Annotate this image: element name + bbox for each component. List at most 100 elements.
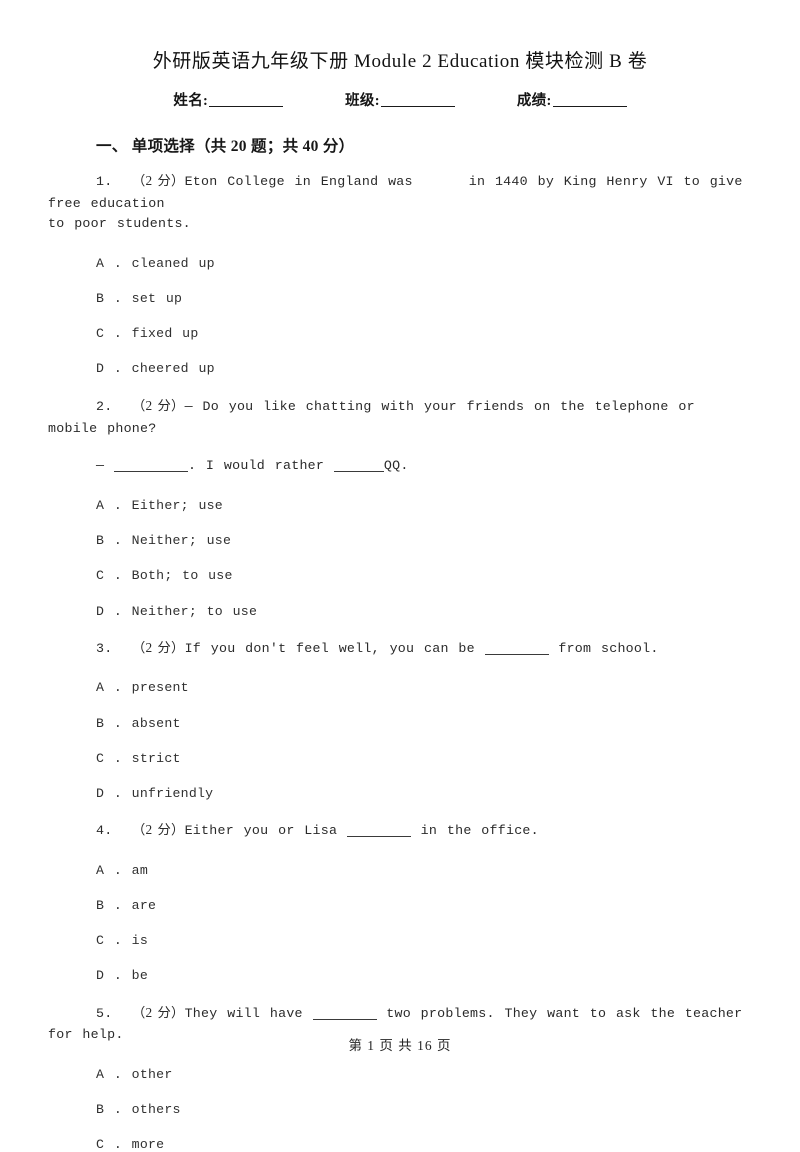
- question-1-option-b[interactable]: B . set up: [96, 292, 752, 305]
- question-2-blank-2: [333, 471, 384, 473]
- option-text: set up: [131, 290, 183, 306]
- question-3-answer-blank: [484, 653, 549, 655]
- score-label: 成绩:: [516, 93, 552, 109]
- class-label: 班级:: [345, 93, 380, 109]
- option-text: fixed up: [131, 326, 199, 341]
- question-4-option-c[interactable]: C . is: [96, 934, 752, 947]
- option-text: Neither; use: [131, 533, 232, 549]
- question-3-points: （2 分）: [131, 639, 185, 655]
- option-letter: B .: [96, 290, 122, 306]
- option-text: are: [131, 897, 157, 913]
- question-5-option-c[interactable]: C . more: [96, 1138, 752, 1151]
- option-text: unfriendly: [131, 785, 214, 801]
- option-letter: C .: [96, 750, 122, 766]
- class-rule: [380, 106, 455, 107]
- question-3-option-a[interactable]: A . present: [96, 681, 752, 694]
- option-text: cleaned up: [131, 255, 215, 271]
- question-3-option-c[interactable]: C . strict: [96, 752, 752, 765]
- question-5-option-a[interactable]: A . other: [96, 1066, 752, 1082]
- question-4-option-d[interactable]: D . be: [96, 969, 752, 982]
- question-2-text-b: . I would rather: [187, 458, 325, 474]
- option-letter: A .: [96, 498, 122, 513]
- page-footer: 第 1 页 共 16 页: [348, 1038, 452, 1053]
- option-letter: D .: [96, 968, 122, 984]
- question-2-option-c[interactable]: C . Both; to use: [96, 569, 752, 582]
- question-1-stem: 1. （2 分）Eton College in England was in 14…: [48, 170, 752, 214]
- question-1-number: 1.: [96, 174, 113, 189]
- question-3-option-b[interactable]: B . absent: [96, 715, 752, 731]
- question-5-option-b[interactable]: B . others: [96, 1103, 752, 1116]
- option-text: Either; use: [131, 498, 223, 513]
- question-2-points: （2 分）: [131, 398, 185, 414]
- option-text: Both; to use: [131, 568, 233, 584]
- option-letter: D .: [96, 603, 122, 619]
- question-1-option-a[interactable]: A . cleaned up: [96, 255, 752, 271]
- question-5-answer-blank: [312, 1018, 377, 1020]
- name-field: 姓名:: [173, 89, 284, 110]
- question-1-text-a: Eton College in England was: [184, 174, 413, 189]
- option-letter: B .: [96, 1101, 122, 1117]
- option-letter: A .: [96, 862, 122, 878]
- option-text: is: [131, 933, 148, 949]
- option-text: am: [131, 862, 148, 878]
- name-rule: [209, 106, 284, 107]
- question-3-option-d[interactable]: D . unfriendly: [96, 787, 752, 800]
- option-text: strict: [131, 750, 181, 766]
- option-letter: C .: [96, 1136, 122, 1152]
- question-4-points: （2 分）: [131, 822, 185, 838]
- question-1-points: （2 分）: [131, 173, 185, 188]
- question-4-text-b: in the office.: [420, 823, 539, 839]
- question-3-stem: 3. （2 分）If you don't feel well, you can …: [48, 637, 752, 660]
- option-text: absent: [131, 715, 181, 731]
- student-info-line: 姓名: 班级: 成绩:: [48, 89, 752, 110]
- option-letter: B .: [96, 897, 122, 913]
- question-5-number: 5.: [96, 1005, 113, 1021]
- option-text: Neither; to use: [131, 603, 258, 619]
- page-title: 外研版英语九年级下册 Module 2 Education 模块检测 B 卷: [152, 51, 648, 72]
- question-2-response-line: — . I would rather QQ.: [96, 455, 752, 477]
- name-label: 姓名:: [173, 93, 209, 109]
- question-2: 2. （2 分）— Do you like chatting with your…: [48, 395, 752, 617]
- option-text: other: [131, 1066, 173, 1082]
- question-1-stem-cont: to poor students.: [48, 216, 191, 232]
- question-5: 5. （2 分）They will have two problems. The…: [48, 1002, 752, 1152]
- option-letter: A .: [96, 255, 122, 271]
- question-5-text-a: They will have: [184, 1005, 303, 1021]
- question-3-text-b: from school.: [558, 640, 659, 656]
- question-2-option-b[interactable]: B . Neither; use: [96, 534, 752, 547]
- question-4-answer-blank: [346, 836, 411, 838]
- question-3: 3. （2 分）If you don't feel well, you can …: [48, 637, 752, 800]
- option-letter: D .: [96, 361, 122, 377]
- question-4-text-a: Either you or Lisa: [184, 823, 338, 839]
- question-4-number: 4.: [96, 823, 113, 839]
- question-2-option-d[interactable]: D . Neither; to use: [96, 605, 752, 618]
- question-2-stem: 2. （2 分）— Do you like chatting with your…: [48, 395, 752, 439]
- question-4-option-a[interactable]: A . am: [96, 864, 752, 877]
- exam-page: 外研版英语九年级下册 Module 2 Education 模块检测 B 卷 姓…: [0, 0, 800, 1151]
- question-2-option-a[interactable]: A . Either; use: [96, 499, 752, 512]
- option-text: be: [131, 968, 148, 984]
- option-letter: D .: [96, 785, 122, 801]
- question-4: 4. （2 分）Either you or Lisa in the office…: [48, 819, 752, 982]
- option-letter: A .: [96, 1066, 122, 1082]
- option-letter: B .: [96, 533, 122, 549]
- option-letter: C .: [96, 568, 122, 584]
- question-3-text-a: If you don't feel well, you can be: [184, 640, 475, 656]
- option-text: others: [131, 1101, 181, 1117]
- question-4-stem: 4. （2 分）Either you or Lisa in the office…: [48, 819, 752, 842]
- option-text: cheered up: [131, 361, 215, 377]
- option-letter: C .: [96, 326, 122, 341]
- option-letter: C .: [96, 933, 122, 949]
- question-2-dash: —: [96, 458, 105, 474]
- option-text: more: [131, 1136, 165, 1152]
- question-4-option-b[interactable]: B . are: [96, 899, 752, 912]
- question-1-option-c[interactable]: C . fixed up: [96, 327, 752, 340]
- question-5-points: （2 分）: [131, 1004, 185, 1020]
- question-1-option-d[interactable]: D . cheered up: [96, 362, 752, 375]
- option-text: present: [131, 680, 189, 696]
- score-field: 成绩:: [517, 89, 627, 110]
- question-2-number: 2.: [96, 399, 113, 415]
- score-rule: [552, 106, 627, 107]
- section-heading: 一、 单项选择（共 20 题；共 40 分）: [96, 138, 355, 155]
- question-1: 1. （2 分）Eton College in England was in 14…: [48, 170, 752, 375]
